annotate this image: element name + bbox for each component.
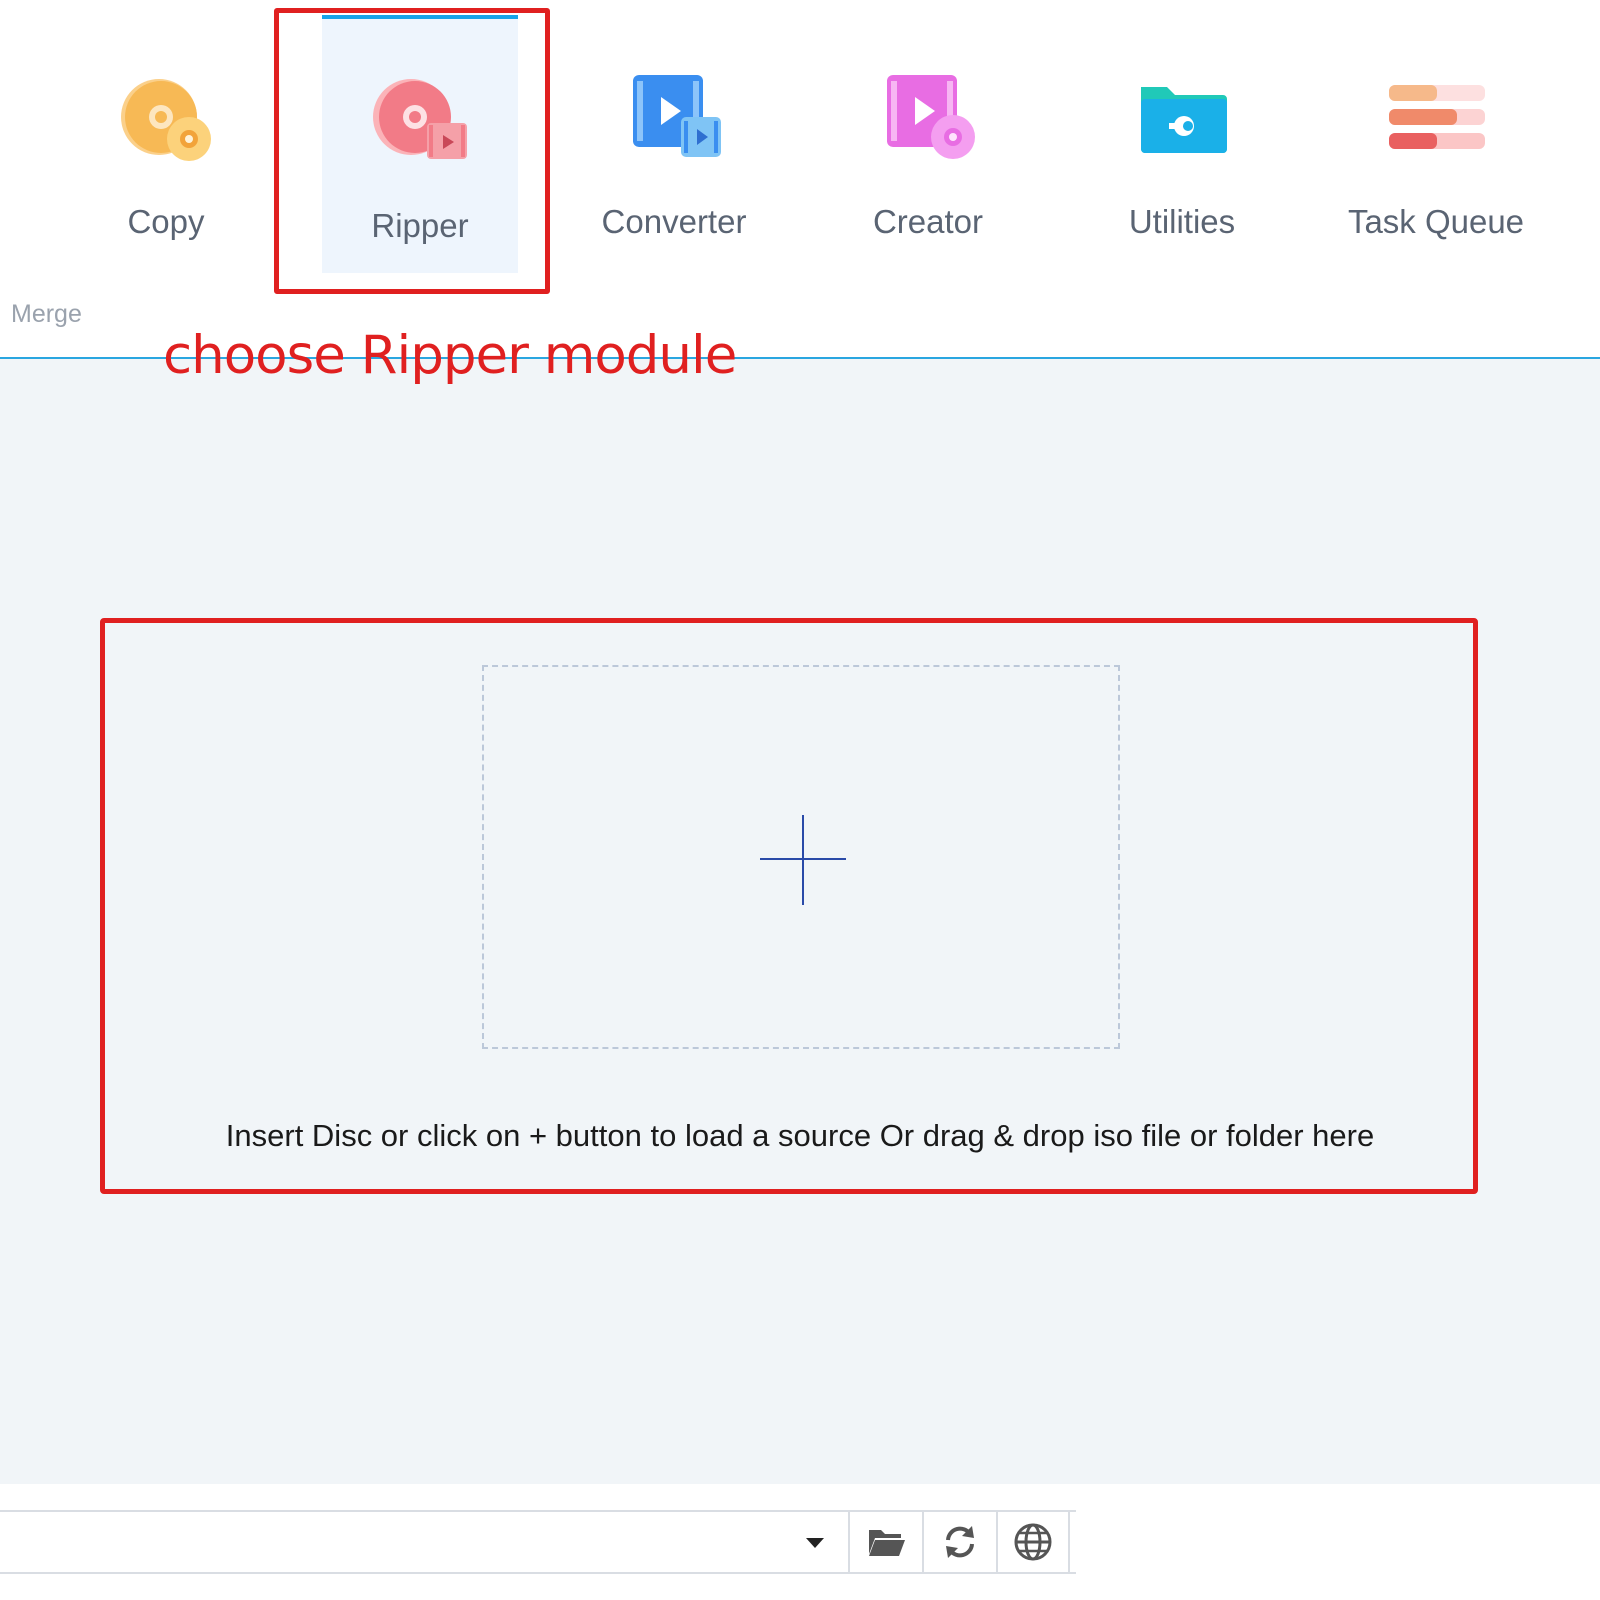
task-queue-icon — [1389, 85, 1485, 149]
ripper-disc-icon — [373, 79, 467, 159]
merge-label[interactable]: Merge — [11, 300, 82, 329]
refresh-button[interactable] — [922, 1512, 996, 1572]
module-utilities[interactable]: Utilities — [1084, 15, 1280, 273]
module-label: Copy — [127, 203, 205, 240]
module-converter[interactable]: Converter — [576, 15, 772, 273]
module-copy[interactable]: Copy — [68, 15, 264, 273]
converter-film-icon — [633, 75, 721, 157]
module-task-queue[interactable]: Task Queue — [1338, 15, 1534, 273]
add-source-dropzone[interactable] — [482, 665, 1120, 1049]
module-creator[interactable]: Creator — [830, 15, 1026, 273]
source-dropdown[interactable] — [0, 1512, 846, 1572]
annotation-caption: choose Ripper module — [163, 325, 737, 386]
bottom-divider-bottom — [0, 1572, 1076, 1574]
copy-disc-icon — [121, 79, 211, 161]
refresh-icon — [946, 1526, 974, 1558]
module-label: Converter — [601, 203, 747, 240]
folder-open-icon — [869, 1530, 905, 1556]
module-label: Creator — [872, 203, 984, 240]
globe-button[interactable] — [996, 1512, 1070, 1572]
module-label: Ripper — [371, 207, 469, 244]
utilities-folder-icon — [1141, 87, 1227, 153]
globe-icon — [1014, 1523, 1052, 1561]
module-ripper[interactable]: Ripper — [322, 15, 518, 273]
open-folder-button[interactable] — [848, 1512, 922, 1572]
module-label: Utilities — [1128, 203, 1236, 240]
module-toolbar: Copy Ripper Converter Creator Utilities … — [0, 0, 1600, 358]
chevron-down-icon[interactable] — [806, 1538, 824, 1548]
plus-icon-vertical[interactable] — [802, 815, 804, 905]
creator-film-icon — [887, 75, 975, 159]
dropzone-hint: Insert Disc or click on + button to load… — [225, 1118, 1375, 1153]
module-label: Task Queue — [1347, 203, 1525, 240]
